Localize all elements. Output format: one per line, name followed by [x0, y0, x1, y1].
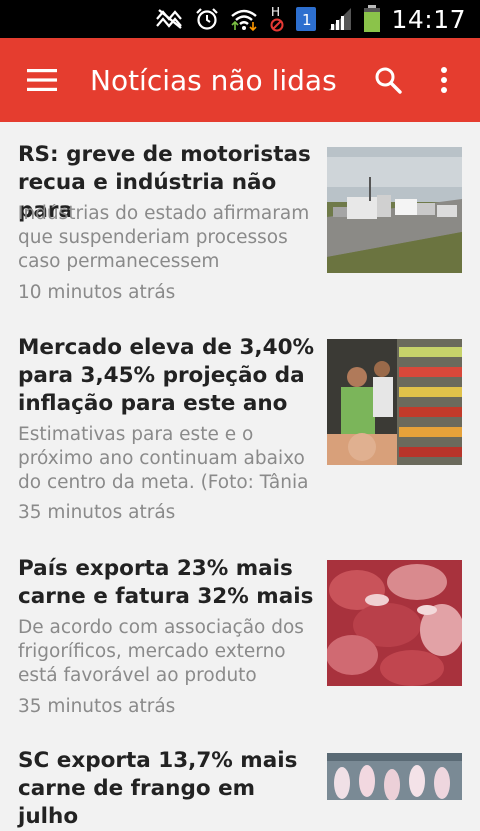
no-signal-icon [155, 8, 185, 30]
news-time: 10 minutos atrás [18, 282, 176, 303]
news-summary: Estimativas para este e o próximo ano co… [18, 424, 309, 493]
signal-icon [327, 6, 353, 32]
battery-icon [363, 5, 381, 33]
more-vert-icon [441, 67, 447, 93]
app-bar: Notícias não lidas [0, 38, 480, 122]
news-item[interactable]: RS: greve de motoristas recua e indústri… [0, 122, 480, 314]
news-time: 35 minutos atrás [18, 696, 176, 717]
news-thumbnail [327, 560, 462, 686]
svg-text:H: H [271, 5, 280, 19]
more-options-button[interactable] [418, 38, 470, 122]
alarm-icon [195, 7, 219, 31]
news-headline: Mercado eleva de 3,40% para 3,45% projeç… [18, 335, 315, 416]
news-item[interactable]: Mercado eleva de 3,40% para 3,45% projeç… [0, 314, 480, 535]
clock: 14:17 [391, 4, 466, 34]
wifi-icon [229, 6, 259, 32]
news-headline: País exporta 23% mais carne e fatura 32%… [18, 556, 314, 609]
news-thumbnail [327, 753, 462, 800]
status-bar: H 1 14:17 [0, 0, 480, 38]
news-time: 35 minutos atrás [18, 502, 176, 523]
menu-icon [27, 69, 57, 91]
news-summary: Indústrias do estado afirmaram que suspe… [18, 203, 310, 272]
menu-button[interactable] [0, 38, 84, 122]
news-thumbnail [327, 339, 462, 465]
news-thumbnail [327, 147, 462, 273]
page-title: Notícias não lidas [90, 63, 337, 97]
svg-text:1: 1 [302, 11, 312, 29]
search-button[interactable] [358, 38, 418, 122]
news-headline: SC exporta 13,7% mais carne de frango em… [18, 748, 298, 829]
news-summary: De acordo com associação dos frigorífico… [18, 617, 304, 686]
news-item[interactable]: SC exporta 13,7% mais carne de frango em… [0, 728, 480, 829]
search-icon [375, 67, 402, 94]
notification-1-icon: 1 [295, 6, 317, 32]
news-item[interactable]: País exporta 23% mais carne e fatura 32%… [0, 535, 480, 728]
hd-blocked-icon: H [269, 5, 285, 33]
